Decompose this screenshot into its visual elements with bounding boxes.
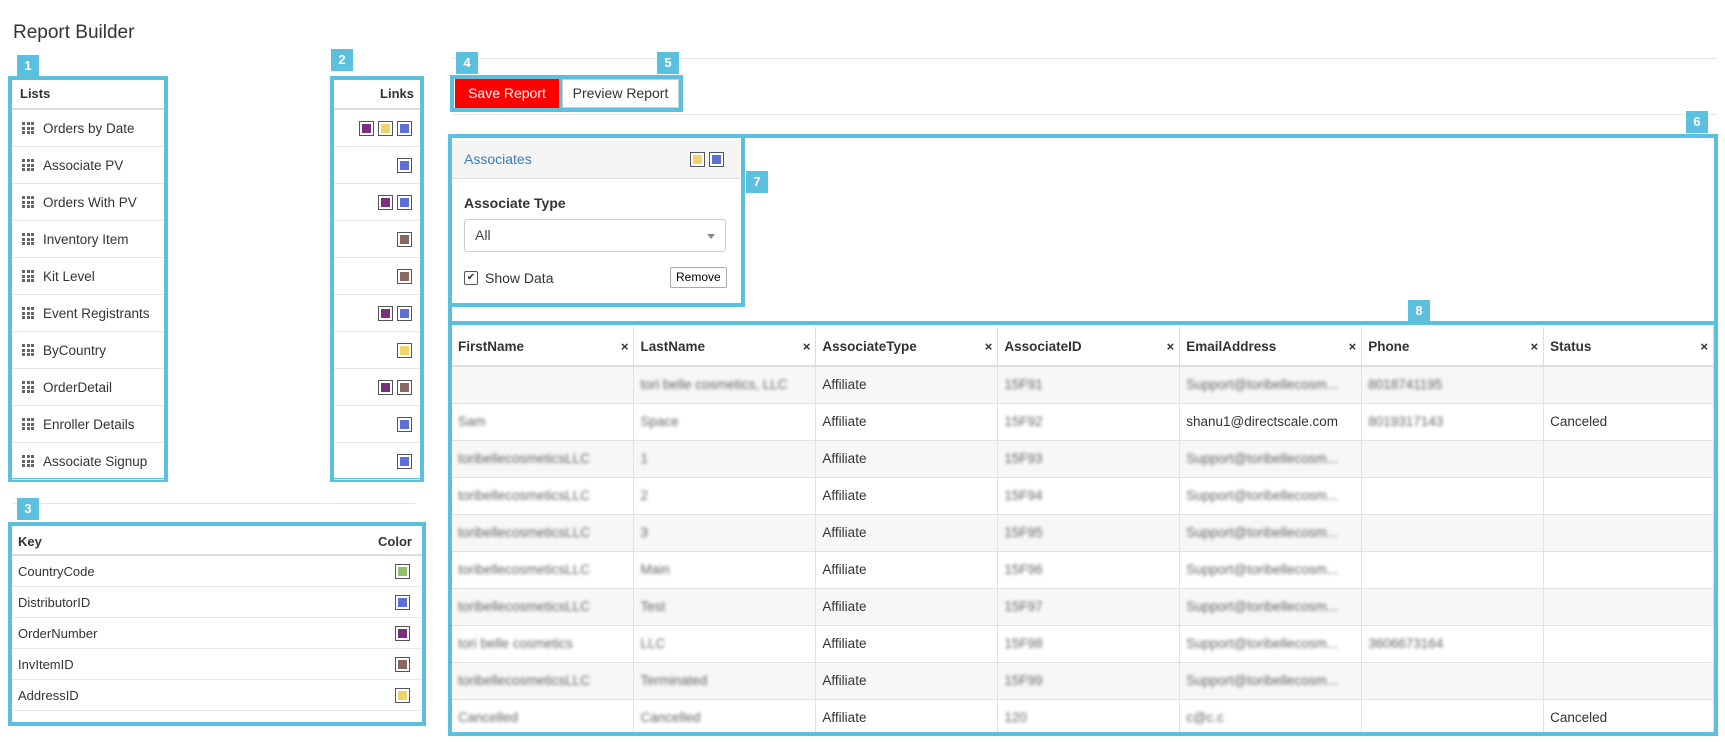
- link-row: [334, 406, 420, 443]
- callout-5: 5: [657, 52, 679, 74]
- list-item-label: Enroller Details: [43, 416, 135, 432]
- lists-panel: Lists Orders by Date Associate PV Orders W…: [8, 76, 168, 482]
- key-header: Key Color: [12, 526, 422, 556]
- yellow-link-swatch[interactable]: [378, 120, 393, 136]
- blue-link-swatch[interactable]: [397, 157, 412, 173]
- callout-6: 6: [1686, 111, 1708, 133]
- data-grid-frame: [448, 321, 1718, 736]
- list-item[interactable]: Orders With PV: [12, 184, 164, 221]
- key-row: CountryCode: [12, 556, 422, 587]
- blue-link-swatch[interactable]: [397, 305, 412, 321]
- list-item-label: Associate PV: [43, 157, 124, 173]
- table-grid-icon: [22, 233, 34, 245]
- blue-link-swatch[interactable]: [397, 416, 412, 432]
- link-row: [334, 332, 420, 369]
- list-item[interactable]: Enroller Details: [12, 406, 164, 443]
- purple-color-swatch: [395, 625, 410, 641]
- list-item[interactable]: Event Registrants: [12, 295, 164, 332]
- link-row: [334, 258, 420, 295]
- list-item-label: Orders With PV: [43, 194, 137, 210]
- table-grid-icon: [22, 455, 34, 467]
- links-panel: Links: [330, 76, 424, 482]
- links-header: Links: [334, 80, 420, 110]
- list-item-label: Inventory Item: [43, 231, 129, 247]
- brown-link-swatch[interactable]: [397, 379, 412, 395]
- save-report-button[interactable]: Save Report: [455, 79, 559, 108]
- brown-link-swatch[interactable]: [397, 268, 412, 284]
- key-header-key: Key: [18, 534, 42, 549]
- callout-8: 8: [1408, 300, 1430, 322]
- link-row: [334, 295, 420, 332]
- list-item-label: Associate Signup: [43, 453, 148, 469]
- brown-link-swatch[interactable]: [397, 231, 412, 247]
- links-body: [334, 110, 420, 480]
- key-row: OrderNumber: [12, 618, 422, 649]
- table-grid-icon: [22, 196, 34, 208]
- table-grid-icon: [22, 381, 34, 393]
- yellow-link-swatch[interactable]: [397, 342, 412, 358]
- purple-link-swatch[interactable]: [378, 379, 393, 395]
- list-item-label: OrderDetail: [43, 379, 113, 395]
- purple-link-swatch[interactable]: [378, 194, 393, 210]
- preview-report-button[interactable]: Preview Report: [562, 79, 679, 108]
- key-body: CountryCode DistributorID OrderNumber InvIt…: [12, 556, 422, 711]
- yellow-color-swatch: [395, 687, 410, 703]
- link-row: [334, 147, 420, 184]
- blue-link-swatch[interactable]: [397, 453, 412, 469]
- table-grid-icon: [22, 159, 34, 171]
- toolbar-divider-top: [452, 58, 1717, 59]
- list-item[interactable]: Inventory Item: [12, 221, 164, 258]
- callout-1: 1: [17, 55, 39, 77]
- key-row: DistributorID: [12, 587, 422, 618]
- link-row: [334, 110, 420, 147]
- list-item[interactable]: Orders by Date: [12, 110, 164, 147]
- key-name: CountryCode: [18, 563, 95, 579]
- callout-3: 3: [17, 498, 39, 520]
- link-row: [334, 443, 420, 480]
- lists-header: Lists: [12, 80, 164, 110]
- list-item[interactable]: Kit Level: [12, 258, 164, 295]
- key-divider: [12, 503, 415, 504]
- key-row: AddressID: [12, 680, 422, 711]
- blue-link-swatch[interactable]: [397, 194, 412, 210]
- green-color-swatch: [395, 563, 410, 579]
- key-panel: Key Color CountryCode DistributorID OrderN…: [8, 522, 426, 726]
- callout-2: 2: [331, 49, 353, 71]
- link-row: [334, 221, 420, 258]
- list-item-label: Orders by Date: [43, 120, 135, 136]
- callout-4: 4: [456, 52, 478, 74]
- table-grid-icon: [22, 122, 34, 134]
- blue-link-swatch[interactable]: [397, 120, 412, 136]
- list-item[interactable]: Associate PV: [12, 147, 164, 184]
- key-header-color: Color: [378, 534, 412, 549]
- purple-link-swatch[interactable]: [378, 305, 393, 321]
- key-name: InvItemID: [18, 656, 74, 672]
- list-item[interactable]: Associate Signup: [12, 443, 164, 480]
- link-row: [334, 184, 420, 221]
- callout-7: 7: [746, 171, 768, 193]
- table-grid-icon: [22, 344, 34, 356]
- table-grid-icon: [22, 418, 34, 430]
- list-item-label: Event Registrants: [43, 305, 150, 321]
- list-item-label: Kit Level: [43, 268, 95, 284]
- key-name: AddressID: [18, 687, 79, 703]
- link-row: [334, 369, 420, 406]
- lists-body: Orders by Date Associate PV Orders With PV…: [12, 110, 164, 480]
- table-grid-icon: [22, 270, 34, 282]
- key-name: OrderNumber: [18, 625, 98, 641]
- key-name: DistributorID: [18, 594, 91, 610]
- toolbar-divider-bottom: [452, 114, 1717, 115]
- blue-color-swatch: [395, 594, 410, 610]
- table-grid-icon: [22, 307, 34, 319]
- list-item[interactable]: ByCountry: [12, 332, 164, 369]
- list-item[interactable]: OrderDetail: [12, 369, 164, 406]
- associates-panel-frame: [448, 134, 745, 307]
- page-title: Report Builder: [13, 22, 135, 43]
- key-row: InvItemID: [12, 649, 422, 680]
- purple-link-swatch[interactable]: [359, 120, 374, 136]
- list-item-label: ByCountry: [43, 342, 107, 358]
- brown-color-swatch: [395, 656, 410, 672]
